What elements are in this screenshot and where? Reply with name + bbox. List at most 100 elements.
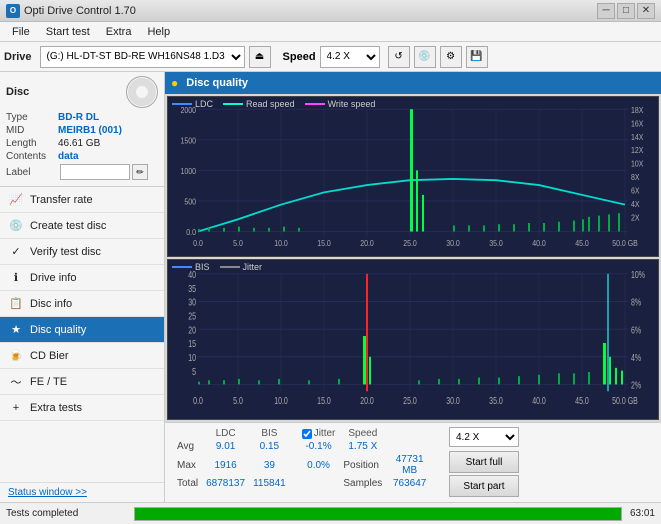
svg-text:18X: 18X — [631, 105, 644, 115]
settings-button[interactable]: ⚙ — [440, 46, 462, 68]
th-bis: BIS — [249, 427, 290, 440]
drive-select[interactable]: (G:) HL-DT-ST BD-RE WH16NS48 1.D3 — [40, 46, 245, 68]
chart1-legend: LDC Read speed Write speed — [172, 99, 375, 109]
title-bar: O Opti Drive Control 1.70 ─ □ ✕ — [0, 0, 661, 22]
svg-text:5.0: 5.0 — [233, 395, 243, 406]
svg-text:45.0: 45.0 — [575, 395, 589, 406]
total-label: Total — [173, 477, 202, 490]
mid-label: MID — [6, 125, 58, 136]
nav-disc-quality[interactable]: ★ Disc quality — [0, 317, 164, 343]
label-label: Label — [6, 167, 58, 178]
stats-speed-select[interactable]: 4.2 X — [449, 427, 519, 447]
th-jitter: Jitter — [298, 427, 340, 440]
jitter-checkbox[interactable] — [302, 429, 312, 439]
avg-speed-val — [386, 440, 433, 453]
menu-extra[interactable]: Extra — [98, 24, 140, 40]
menu-file[interactable]: File — [4, 24, 38, 40]
create-disc-icon: 💿 — [8, 218, 24, 234]
svg-text:2%: 2% — [631, 379, 642, 390]
max-jitter: 0.0% — [298, 453, 340, 477]
status-time: 63:01 — [630, 508, 655, 519]
app-icon: O — [6, 4, 20, 18]
avg-ldc: 9.01 — [202, 440, 249, 453]
eject-button[interactable]: ⏏ — [249, 46, 271, 68]
nav-create-test-disc-label: Create test disc — [30, 220, 106, 232]
label-input[interactable] — [60, 164, 130, 180]
nav-menu: 📈 Transfer rate 💿 Create test disc ✓ Ver… — [0, 187, 164, 482]
save-button[interactable]: 💾 — [466, 46, 488, 68]
total-ldc: 6878137 — [202, 477, 249, 490]
nav-disc-quality-label: Disc quality — [30, 324, 86, 336]
ldc-chart: LDC Read speed Write speed — [167, 96, 659, 257]
svg-text:500: 500 — [184, 197, 196, 207]
charts-area: LDC Read speed Write speed — [165, 94, 661, 422]
svg-text:5: 5 — [192, 366, 196, 377]
stats-table-area: LDC BIS Jitter Speed — [165, 423, 441, 502]
cd-bier-icon: 🍺 — [8, 348, 24, 364]
svg-text:15: 15 — [188, 338, 196, 349]
title-bar-left: O Opti Drive Control 1.70 — [6, 4, 136, 18]
status-window-link[interactable]: Status window >> — [0, 482, 164, 502]
svg-text:4%: 4% — [631, 352, 642, 363]
svg-text:40.0: 40.0 — [532, 395, 546, 406]
total-empty — [290, 477, 298, 490]
start-full-button[interactable]: Start full — [449, 451, 519, 473]
menu-help[interactable]: Help — [139, 24, 178, 40]
menu-bar: File Start test Extra Help — [0, 22, 661, 42]
content-header-icon: ● — [171, 76, 178, 90]
svg-text:20.0: 20.0 — [360, 239, 374, 249]
speed-select[interactable]: 4.2 X — [320, 46, 380, 68]
nav-fe-te[interactable]: 〜 FE / TE — [0, 369, 164, 395]
svg-text:45.0: 45.0 — [575, 239, 589, 249]
minimize-button[interactable]: ─ — [597, 3, 615, 19]
svg-text:8%: 8% — [631, 296, 642, 307]
maximize-button[interactable]: □ — [617, 3, 635, 19]
nav-drive-info[interactable]: ℹ Drive info — [0, 265, 164, 291]
nav-cd-bier[interactable]: 🍺 CD Bier — [0, 343, 164, 369]
avg-label: Avg — [173, 440, 202, 453]
menu-start-test[interactable]: Start test — [38, 24, 98, 40]
close-button[interactable]: ✕ — [637, 3, 655, 19]
svg-text:0.0: 0.0 — [186, 228, 196, 238]
total-bis: 115841 — [249, 477, 290, 490]
svg-text:10.0: 10.0 — [274, 395, 288, 406]
svg-text:20: 20 — [188, 324, 196, 335]
disc-button[interactable]: 💿 — [414, 46, 436, 68]
svg-text:30.0: 30.0 — [446, 395, 460, 406]
type-label: Type — [6, 112, 58, 123]
contents-value: data — [58, 151, 79, 162]
nav-disc-info[interactable]: 📋 Disc info — [0, 291, 164, 317]
th-ldc: LDC — [202, 427, 249, 440]
nav-create-test-disc[interactable]: 💿 Create test disc — [0, 213, 164, 239]
nav-verify-test-disc[interactable]: ✓ Verify test disc — [0, 239, 164, 265]
app-title: Opti Drive Control 1.70 — [24, 5, 136, 17]
svg-text:4X: 4X — [631, 199, 640, 209]
ldc-legend: LDC — [195, 99, 213, 109]
svg-text:2X: 2X — [631, 213, 640, 223]
refresh-button[interactable]: ↺ — [388, 46, 410, 68]
svg-text:30: 30 — [188, 296, 196, 307]
svg-text:0.0: 0.0 — [193, 239, 203, 249]
jitter-label: Jitter — [314, 428, 336, 439]
samples-value: 763647 — [386, 477, 433, 490]
label-edit-button[interactable]: ✏ — [132, 164, 148, 180]
sidebar: Disc Type BD-R DL MID MEIRB1 (001) Lengt… — [0, 72, 165, 502]
start-part-button[interactable]: Start part — [449, 475, 519, 497]
th-speed: Speed — [339, 427, 386, 440]
th-empty2 — [290, 427, 298, 440]
nav-transfer-rate[interactable]: 📈 Transfer rate — [0, 187, 164, 213]
max-empty — [290, 453, 298, 477]
svg-text:8X: 8X — [631, 173, 640, 183]
nav-extra-tests[interactable]: + Extra tests — [0, 395, 164, 421]
samples-label: Samples — [339, 477, 386, 490]
mid-value: MEIRB1 (001) — [58, 125, 122, 136]
verify-disc-icon: ✓ — [8, 244, 24, 260]
svg-text:10.0: 10.0 — [274, 239, 288, 249]
total-empty2 — [298, 477, 340, 490]
th-speed-value — [386, 427, 433, 440]
progress-bar-container — [134, 507, 622, 521]
svg-text:1000: 1000 — [180, 166, 196, 176]
nav-cd-bier-label: CD Bier — [30, 350, 69, 362]
position-value: 47731 MB — [386, 453, 433, 477]
speed-label: Speed — [283, 51, 316, 63]
